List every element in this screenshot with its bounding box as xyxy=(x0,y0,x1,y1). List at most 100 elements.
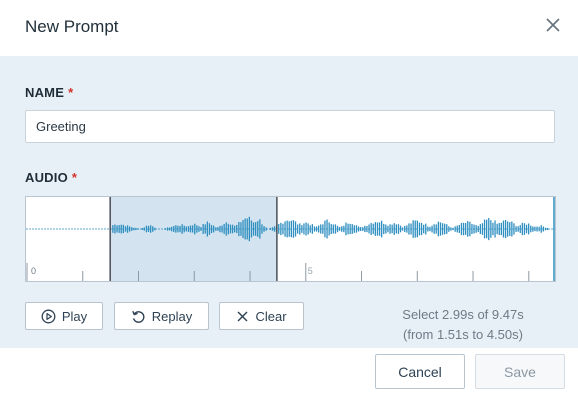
waveform-bar xyxy=(376,222,379,236)
close-icon[interactable] xyxy=(542,14,564,36)
required-marker: * xyxy=(68,85,74,100)
waveform-bar xyxy=(196,225,198,233)
waveform-bar xyxy=(141,228,143,230)
waveform-bar xyxy=(364,225,366,233)
waveform-bar xyxy=(173,226,175,232)
waveform-bar xyxy=(221,225,223,233)
cancel-button[interactable]: Cancel xyxy=(375,354,465,389)
waveform-bar xyxy=(318,225,320,233)
waveform-bar xyxy=(280,222,282,236)
waveform-bar xyxy=(246,218,248,240)
play-button[interactable]: Play xyxy=(25,302,103,330)
waveform-bar xyxy=(204,224,206,234)
waveform-bar xyxy=(336,225,339,233)
waveform-bar xyxy=(135,227,137,231)
waveform-bar xyxy=(448,226,450,232)
waveform-bar xyxy=(229,224,232,234)
replay-button[interactable]: Replay xyxy=(114,302,209,330)
waveform-bar xyxy=(273,226,276,232)
waveform-bar xyxy=(248,216,250,242)
waveform-bar xyxy=(488,218,490,241)
waveform-bar xyxy=(116,225,118,233)
waveform-bar xyxy=(250,220,253,238)
waveform-bar xyxy=(429,226,431,232)
waveform-bar xyxy=(366,226,368,233)
waveform-bar xyxy=(353,225,355,233)
name-label-text: NAME xyxy=(25,85,65,100)
waveform-bar xyxy=(372,223,374,235)
waveform-bar xyxy=(465,223,467,235)
replay-label: Replay xyxy=(151,308,193,324)
required-marker: * xyxy=(71,170,78,185)
waveform-bar xyxy=(439,222,442,236)
waveform-bar xyxy=(452,227,454,231)
waveform-bar xyxy=(393,223,395,235)
dialog-header: New Prompt xyxy=(0,0,578,56)
clear-button[interactable]: Clear xyxy=(219,302,304,330)
waveform-bar xyxy=(290,220,292,238)
selection-info-line1: Select 2.99s of 9.47s xyxy=(402,307,524,322)
waveform-bar xyxy=(265,227,267,231)
waveform-bar xyxy=(200,227,202,231)
waveform-bar xyxy=(469,221,471,237)
waveform-bar xyxy=(418,222,421,236)
waveform-bar xyxy=(303,223,305,235)
waveform-bar xyxy=(534,226,536,232)
waveform-bar xyxy=(357,226,360,232)
waveform-bar xyxy=(124,226,127,232)
timeline-ticks xyxy=(26,263,530,281)
waveform-bar xyxy=(324,220,326,238)
waveform-bar xyxy=(311,224,313,234)
waveform-bar xyxy=(378,222,381,236)
waveform-bar xyxy=(509,222,511,236)
waveform-bar xyxy=(446,224,448,234)
waveform-bar xyxy=(387,225,389,233)
waveform-bar xyxy=(297,224,299,234)
waveform-bar xyxy=(299,223,301,235)
waveform-bar xyxy=(420,222,423,236)
waveform-bar xyxy=(315,226,318,232)
waveform-bar xyxy=(423,224,425,234)
waveform-bar xyxy=(284,221,286,237)
waveform-bar xyxy=(137,228,139,230)
waveform-bar xyxy=(402,227,404,231)
waveform-bar xyxy=(345,222,347,236)
waveform-bar xyxy=(242,220,244,238)
waveform-bar xyxy=(215,227,217,231)
waveform-bar xyxy=(278,224,280,234)
selection-region[interactable] xyxy=(110,197,277,281)
waveform-bar xyxy=(513,223,515,235)
waveform-bar xyxy=(532,226,534,232)
waveform-bar xyxy=(521,222,523,236)
waveform-bar xyxy=(471,224,473,234)
waveform-bar xyxy=(143,227,145,231)
waveform-bar xyxy=(301,225,303,233)
waveform-bar xyxy=(257,221,259,237)
waveform-bar xyxy=(286,220,288,238)
waveform-bar xyxy=(456,225,458,233)
waveform-bar xyxy=(416,220,418,238)
waveform-bar xyxy=(528,223,530,235)
waveform-bar xyxy=(490,220,492,238)
waveform-bar xyxy=(397,224,400,234)
waveform-bar xyxy=(261,224,263,234)
waveform-bar xyxy=(530,225,532,233)
waveform-bar xyxy=(391,224,393,234)
waveform-bar xyxy=(259,219,261,239)
waveform-bar xyxy=(305,222,307,236)
waveform-bar xyxy=(185,226,187,232)
play-icon xyxy=(41,309,56,323)
waveform-bar xyxy=(313,226,316,232)
name-input[interactable] xyxy=(25,110,555,143)
waveform-bar xyxy=(519,225,521,233)
selection-info-line2: (from 1.51s to 4.50s) xyxy=(403,327,523,342)
waveform-bar xyxy=(252,222,255,236)
waveform-bar xyxy=(171,226,173,232)
play-label: Play xyxy=(61,308,88,324)
waveform-bar xyxy=(334,224,337,234)
waveform-bar xyxy=(326,219,328,239)
waveform-bar xyxy=(441,223,444,235)
waveform-bar xyxy=(133,227,135,231)
save-button[interactable]: Save xyxy=(475,354,565,389)
audio-waveform[interactable]: 0 5 xyxy=(25,196,556,282)
